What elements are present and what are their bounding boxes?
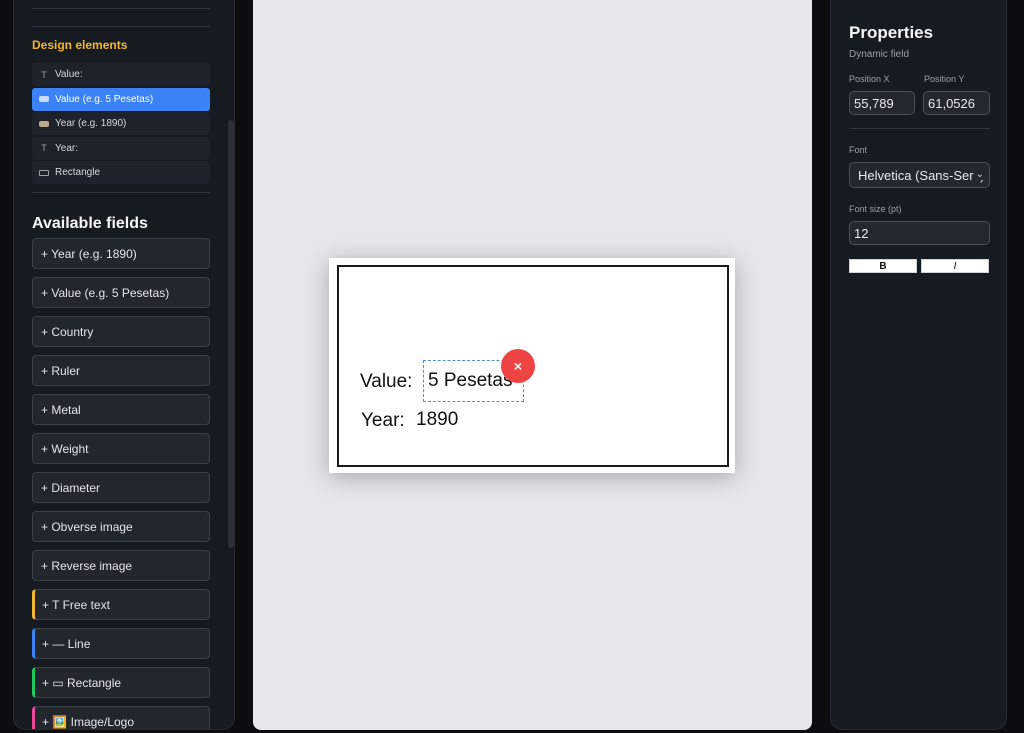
properties-title: Properties bbox=[849, 23, 934, 42]
add-field-button[interactable]: + Weight bbox=[32, 433, 210, 464]
design-canvas[interactable]: Value: 5 Pesetas × Year: 1890 bbox=[253, 0, 812, 730]
left-sidebar: Design elements T Value: Value (e.g. 5 Pes… bbox=[13, 0, 235, 730]
add-field-button[interactable]: + Obverse image bbox=[32, 511, 210, 542]
properties-subtitle: Dynamic field bbox=[849, 49, 910, 60]
text-icon: T bbox=[41, 69, 47, 80]
sidebar-scrollbar[interactable] bbox=[228, 8, 234, 728]
font-select-value: Helvetica (Sans-Serif) bbox=[858, 167, 985, 183]
font-label: Font bbox=[849, 145, 868, 155]
properties-panel: Properties Dynamic field Position X Posi… bbox=[830, 0, 1007, 730]
divider bbox=[849, 128, 990, 129]
add-field-button[interactable]: + Year (e.g. 1890) bbox=[32, 238, 210, 269]
add-field-button[interactable]: + ▭ Rectangle bbox=[32, 667, 210, 698]
position-x-label: Position X bbox=[849, 74, 890, 84]
font-size-label: Font size (pt) bbox=[849, 204, 902, 214]
value-label-text[interactable]: Value: bbox=[360, 371, 412, 393]
add-field-button[interactable]: + Value (e.g. 5 Pesetas) bbox=[32, 277, 210, 308]
position-x-input[interactable]: 55,789 bbox=[849, 91, 915, 115]
design-element-item[interactable]: Value (e.g. 5 Pesetas) bbox=[32, 87, 210, 111]
position-y-input[interactable]: 61,0526 bbox=[923, 91, 990, 115]
divider bbox=[32, 192, 210, 193]
chevron-down-icon: ⌄ bbox=[973, 169, 984, 180]
design-elements-list: T Value: Value (e.g. 5 Pesetas) Year (e.g. … bbox=[32, 63, 210, 186]
divider bbox=[32, 8, 210, 9]
add-field-button[interactable]: + — Line bbox=[32, 628, 210, 659]
design-element-item[interactable]: T Year: bbox=[32, 136, 210, 160]
label-card[interactable]: Value: 5 Pesetas × Year: 1890 bbox=[329, 258, 735, 473]
add-field-button[interactable]: + Country bbox=[32, 316, 210, 347]
add-field-button[interactable]: + Ruler bbox=[32, 355, 210, 386]
dynamic-field-icon bbox=[39, 120, 49, 127]
available-fields-list: + Year (e.g. 1890) + Value (e.g. 5 Peseta… bbox=[32, 238, 210, 729]
delete-element-button[interactable]: × bbox=[501, 349, 535, 383]
design-element-label: Year: bbox=[55, 142, 78, 154]
bold-button[interactable]: B bbox=[849, 259, 917, 273]
design-element-label: Year (e.g. 1890) bbox=[55, 118, 127, 129]
design-element-item[interactable]: Year (e.g. 1890) bbox=[32, 112, 210, 135]
dynamic-field-icon bbox=[39, 96, 49, 102]
design-elements-title: Design elements bbox=[32, 38, 128, 52]
design-element-item[interactable]: Rectangle bbox=[32, 161, 210, 184]
font-size-input[interactable]: 12 bbox=[849, 221, 990, 245]
rectangle-icon bbox=[39, 169, 49, 176]
add-field-button[interactable]: + Reverse image bbox=[32, 550, 210, 581]
available-fields-title: Available fields bbox=[32, 215, 148, 232]
add-field-button[interactable]: + Diameter bbox=[32, 472, 210, 503]
add-field-button[interactable]: + Metal bbox=[32, 394, 210, 425]
font-select[interactable]: Helvetica (Sans-Serif) ⌄ bbox=[849, 162, 990, 188]
text-icon: T bbox=[41, 143, 47, 153]
design-element-label: Rectangle bbox=[55, 167, 101, 178]
divider bbox=[32, 26, 210, 27]
close-icon: × bbox=[513, 358, 523, 374]
design-element-label: Value (e.g. 5 Pesetas) bbox=[55, 93, 154, 105]
scrollbar-thumb[interactable] bbox=[228, 120, 234, 548]
design-element-item[interactable]: T Value: bbox=[32, 63, 210, 86]
add-field-button[interactable]: + 🖼️ Image/Logo bbox=[32, 706, 210, 729]
design-element-label: Value: bbox=[55, 69, 83, 80]
position-y-label: Position Y bbox=[924, 74, 965, 84]
italic-button[interactable]: I bbox=[921, 259, 989, 273]
add-field-button[interactable]: + T Free text bbox=[32, 589, 210, 620]
value-field-text: 5 Pesetas bbox=[428, 370, 513, 391]
year-dynamic-field[interactable]: 1890 bbox=[416, 409, 458, 431]
year-label-text[interactable]: Year: bbox=[361, 410, 405, 432]
